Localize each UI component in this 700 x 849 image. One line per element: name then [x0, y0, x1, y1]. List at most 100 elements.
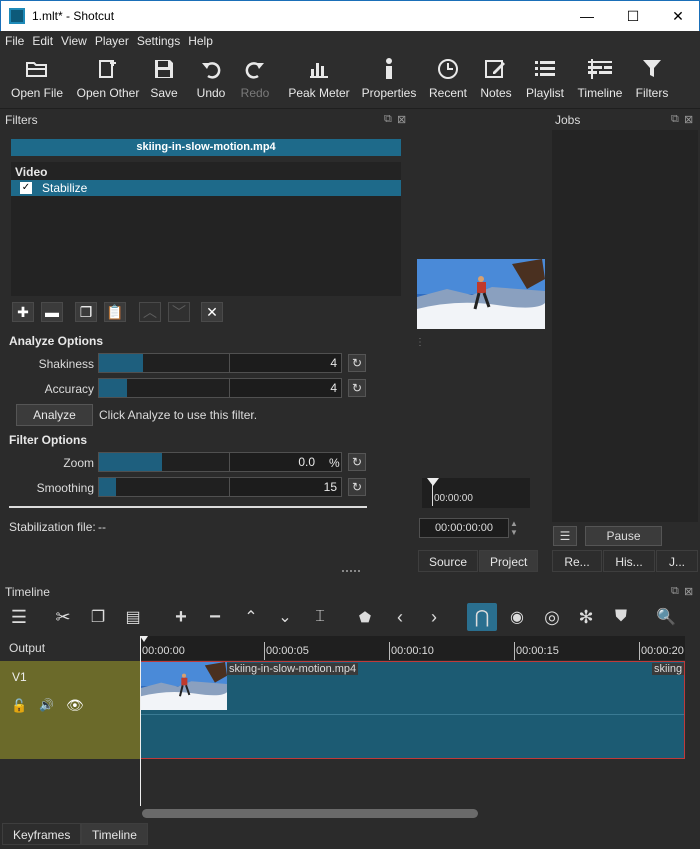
paste-filter-button[interactable]: 📋 — [104, 302, 126, 322]
menu-player[interactable]: Player — [95, 34, 129, 48]
dock-float-icon[interactable]: ⧉ — [671, 113, 679, 126]
add-filter-button[interactable]: ✚ — [12, 302, 34, 322]
tab-recent[interactable]: Re... — [552, 550, 602, 572]
ripple-all-button[interactable]: ✻ — [571, 603, 601, 631]
zoom-reset-button[interactable]: ↻ — [348, 453, 366, 471]
accuracy-spinbox[interactable]: 4 — [229, 378, 342, 398]
open-other-button[interactable]: Open Other — [74, 57, 142, 105]
menu-file[interactable]: File — [5, 34, 24, 48]
notes-button[interactable]: Notes — [478, 57, 514, 105]
filters-button[interactable]: Filters — [634, 57, 670, 105]
maximize-button[interactable]: ☐ — [610, 1, 656, 31]
dock-float-icon[interactable]: ⧉ — [384, 113, 392, 126]
recent-button[interactable]: Recent — [428, 57, 468, 105]
vertical-scrollbar[interactable] — [685, 636, 700, 819]
split-button[interactable]: ⌶ — [305, 603, 335, 631]
accuracy-slider[interactable] — [98, 378, 230, 398]
snap-button[interactable]: ⋂ — [467, 603, 497, 631]
dock-close-icon[interactable]: ⊠ — [397, 113, 406, 126]
clip-thumbnail — [141, 662, 227, 710]
copy-filter-button[interactable]: ❐ — [75, 302, 97, 322]
smoothing-slider-fill — [99, 478, 117, 496]
tab-keyframes[interactable]: Keyframes — [2, 823, 82, 845]
shakiness-reset-button[interactable]: ↻ — [348, 354, 366, 372]
save-button[interactable]: Save — [148, 57, 180, 105]
dock-close-icon[interactable]: ⊠ — [684, 113, 693, 126]
dock-float-icon[interactable]: ⧉ — [671, 585, 679, 598]
horizontal-scrollbar[interactable] — [140, 807, 685, 819]
playhead[interactable] — [140, 636, 141, 806]
overwrite-button[interactable]: ⌄ — [270, 603, 300, 631]
accuracy-reset-button[interactable]: ↻ — [348, 379, 366, 397]
tab-project[interactable]: Project — [479, 550, 539, 572]
shakiness-spinbox[interactable]: 4 — [229, 353, 342, 373]
scrub-drag-button[interactable]: ◉ — [502, 603, 532, 631]
previous-marker-button[interactable]: ‹ — [385, 603, 415, 631]
timeline-ruler[interactable]: 00:00:00 00:00:05 00:00:10 00:00:15 00:0… — [140, 636, 685, 660]
timeline-button[interactable]: Timeline — [576, 57, 624, 105]
speaker-icon[interactable]: 🔊 — [39, 698, 54, 712]
cut-button[interactable]: ✂ — [48, 603, 78, 631]
tab-history[interactable]: His... — [603, 550, 655, 572]
properties-button[interactable]: Properties — [362, 57, 416, 105]
redo-button[interactable]: Redo — [238, 57, 272, 105]
remove-button[interactable]: − — [200, 603, 230, 631]
menu-edit[interactable]: Edit — [32, 34, 53, 48]
timeline-menu-button[interactable]: ☰ — [4, 603, 34, 631]
clip[interactable]: skiing-in-slow-motion.mp4 skiing — [140, 661, 685, 759]
filter-item-stabilize[interactable]: ✓ Stabilize — [11, 180, 401, 196]
shakiness-label: Shakiness — [38, 357, 94, 371]
dock-close-icon[interactable]: ⊠ — [684, 585, 693, 598]
scissors-icon: ✂ — [55, 606, 71, 627]
tab-timeline[interactable]: Timeline — [81, 823, 148, 845]
scrub-bar[interactable]: 00:00:00 — [422, 478, 530, 508]
scrollbar-thumb[interactable] — [142, 809, 478, 818]
playlist-button[interactable]: Playlist — [524, 57, 566, 105]
track-header-v1[interactable]: V1 🔓 🔊 👁 — [0, 661, 140, 759]
copy-button[interactable]: ❐ — [83, 603, 113, 631]
remove-filter-button[interactable]: ▬ — [41, 302, 63, 322]
chevron-right-icon: › — [431, 606, 437, 627]
smoothing-spinbox[interactable]: 15 — [229, 477, 342, 497]
resize-grip[interactable] — [342, 570, 360, 572]
paste-button[interactable]: ▤ — [118, 603, 148, 631]
marker-button[interactable]: ⬟ — [350, 603, 380, 631]
shakiness-slider[interactable] — [98, 353, 230, 373]
eye-icon[interactable]: 👁 — [66, 697, 84, 714]
tab-jobs[interactable]: J... — [656, 550, 698, 572]
analyze-button[interactable]: Analyze — [16, 404, 93, 426]
tab-source[interactable]: Source — [418, 550, 479, 572]
zoom-slider[interactable] — [98, 452, 230, 472]
smoothing-slider[interactable] — [98, 477, 230, 497]
close-button[interactable]: ✕ — [655, 1, 700, 31]
zoom-spinbox[interactable]: 0.0 — [229, 452, 342, 472]
move-filter-up-button[interactable]: ︿ — [139, 302, 161, 322]
pause-button[interactable]: Pause — [585, 526, 662, 546]
minimize-button[interactable]: — — [564, 1, 610, 31]
next-marker-button[interactable]: › — [419, 603, 449, 631]
zoom-out-button[interactable]: 🔍 — [651, 603, 681, 631]
ruler-tick-label: 00:00:05 — [266, 645, 309, 657]
peak-meter-button[interactable]: Peak Meter — [288, 57, 350, 105]
ripple-button[interactable]: ◎ — [537, 603, 567, 631]
ripple-markers-button[interactable]: ⛊ — [606, 603, 636, 631]
smoothing-reset-button[interactable]: ↻ — [348, 478, 366, 496]
undo-button[interactable]: Undo — [194, 57, 228, 105]
window-title: 1.mlt* - Shotcut — [32, 9, 115, 23]
timecode-field[interactable]: 00:00:00:00 — [419, 518, 509, 538]
menu-help[interactable]: Help — [188, 34, 213, 48]
waveform-divider — [141, 714, 684, 715]
append-button[interactable]: + — [166, 603, 196, 631]
deselect-filter-button[interactable]: ✕ — [201, 302, 223, 322]
menu-settings[interactable]: Settings — [137, 34, 180, 48]
lift-button[interactable]: ⌃ — [236, 603, 266, 631]
clip-label: skiing-in-slow-motion.mp4 — [227, 663, 359, 675]
move-filter-down-button[interactable]: ﹀ — [168, 302, 190, 322]
menu-view[interactable]: View — [61, 34, 87, 48]
jobs-menu-button[interactable]: ☰ — [553, 526, 577, 546]
open-file-button[interactable]: Open File — [8, 57, 66, 105]
splitter-handle[interactable]: ⋮ — [415, 337, 425, 348]
lock-icon[interactable]: 🔓 — [11, 698, 27, 714]
filter-enable-checkbox[interactable]: ✓ — [20, 182, 32, 194]
timecode-spin-arrows[interactable]: ▲ ▼ — [510, 519, 520, 537]
